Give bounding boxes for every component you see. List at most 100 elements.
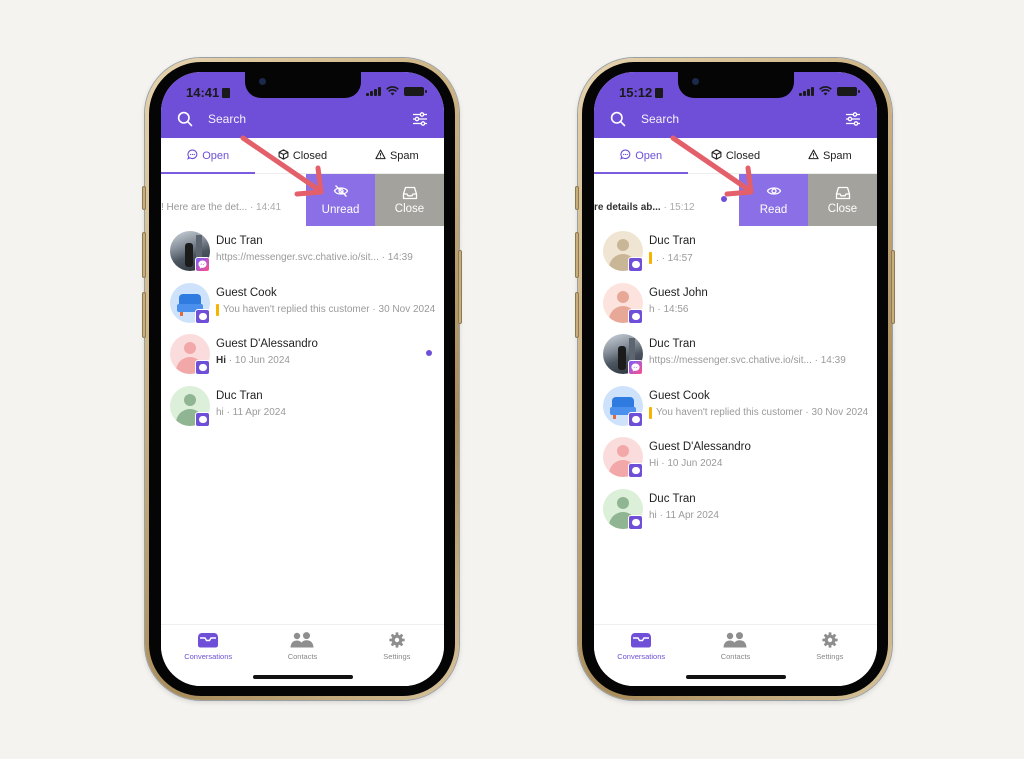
tab-label: Open — [635, 149, 663, 162]
swiped-conversation-row[interactable]: ! Here are the det... · 14:41 Unread Clo… — [161, 174, 444, 226]
search-input[interactable]: Search — [641, 112, 679, 126]
battery-icon — [837, 86, 860, 96]
action-label: Close — [827, 202, 858, 215]
swiped-conversation-row[interactable]: re details ab... · 15:12 Read Close — [594, 174, 877, 226]
conversation-tabs: Open Closed Spam — [594, 138, 877, 174]
conversation-item[interactable]: Guest John h · 14:56 — [594, 278, 877, 330]
message-preview: https://messenger.svc.chative.io/sit... … — [649, 355, 846, 366]
nav-settings[interactable]: Settings — [350, 625, 444, 686]
people-icon — [723, 632, 747, 650]
contact-name: Guest John — [649, 286, 708, 299]
tab-closed[interactable]: Closed — [255, 138, 349, 173]
tab-open[interactable]: Open — [594, 138, 689, 174]
tab-spam[interactable]: Spam — [350, 138, 444, 173]
conversation-list: Duc Tran https://messenger.svc.chative.i… — [161, 226, 444, 432]
mute-switch — [575, 186, 579, 210]
tab-label: Spam — [389, 149, 419, 162]
chat-bubble-icon — [187, 149, 198, 163]
conversation-item[interactable]: Duc Tran hi · 11 Apr 2024 — [594, 484, 877, 536]
conversation-item[interactable]: Guest Cook You haven't replied this cust… — [161, 278, 444, 330]
tab-spam[interactable]: Spam — [783, 138, 877, 173]
message-preview: hi · 11 Apr 2024 — [649, 509, 719, 521]
conversation-item[interactable]: Duc Tran https://messenger.svc.chative.i… — [161, 226, 444, 278]
livechat-channel-icon — [628, 514, 643, 530]
home-indicator — [686, 675, 786, 679]
conversation-item[interactable]: Guest D'Alessandro Hi · 10 Jun 2024 — [594, 432, 877, 484]
search-icon[interactable] — [610, 111, 626, 127]
conversation-item[interactable]: Duc Tran hi · 11 Apr 2024 — [161, 381, 444, 433]
nav-label: Contacts — [720, 652, 751, 661]
contact-name: Guest D'Alessandro — [216, 338, 318, 350]
tab-closed[interactable]: Closed — [688, 138, 782, 173]
nav-conversations[interactable]: Conversations — [161, 625, 255, 686]
close-conversation-button[interactable]: Close — [808, 174, 877, 226]
mute-switch — [142, 186, 146, 210]
livechat-channel-icon — [628, 308, 643, 324]
gear-icon — [822, 632, 838, 650]
message-preview: https://messenger.svc.chative.io/sit... … — [216, 252, 413, 263]
box-icon — [711, 148, 722, 163]
tab-open[interactable]: Open — [161, 138, 256, 174]
contact-name: Duc Tran — [649, 338, 696, 350]
read-button[interactable]: Read — [739, 174, 808, 226]
sim-icon — [655, 88, 664, 98]
volume-down-button — [575, 292, 579, 338]
notch — [245, 72, 361, 98]
conversation-item[interactable]: Duc Tran . · 14:57 — [594, 226, 877, 278]
search-input[interactable]: Search — [208, 112, 246, 126]
status-time: 14:41 — [186, 85, 231, 100]
action-label: Read — [759, 204, 788, 216]
conversation-item[interactable]: Duc Tran https://messenger.svc.chative.i… — [594, 329, 877, 381]
sliders-icon[interactable] — [412, 112, 428, 126]
swiped-row-preview: re details ab... · 15:12 — [594, 202, 695, 213]
tab-label: Open — [202, 149, 230, 162]
message-preview: Hi · 10 Jun 2024 — [649, 458, 723, 469]
status-time-text: 14:41 — [186, 85, 220, 100]
status-icons — [799, 86, 860, 96]
volume-up-button — [575, 232, 579, 278]
unreplied-marker — [649, 252, 652, 264]
unreplied-marker — [649, 406, 652, 419]
livechat-channel-icon — [195, 411, 210, 427]
unread-dot — [721, 196, 727, 202]
tab-label: Closed — [725, 149, 761, 162]
cellular-signal-icon — [366, 86, 381, 96]
contact-name: Duc Tran — [649, 492, 696, 505]
people-icon — [290, 632, 314, 650]
search-bar[interactable]: Search — [177, 108, 428, 130]
search-bar[interactable]: Search — [610, 108, 861, 130]
volume-up-button — [142, 232, 146, 278]
battery-icon — [404, 86, 427, 96]
power-button — [891, 250, 895, 324]
message-preview: . · 14:57 — [649, 252, 693, 264]
messenger-channel-icon — [628, 360, 643, 375]
status-time: 15:12 — [619, 85, 664, 100]
wifi-icon — [819, 86, 832, 96]
volume-down-button — [142, 292, 146, 338]
sliders-icon[interactable] — [845, 112, 861, 126]
contact-name: Duc Tran — [649, 235, 696, 247]
inbox-icon — [835, 186, 850, 199]
conversation-item[interactable]: Guest Cook You haven't replied this cust… — [594, 381, 877, 433]
conversation-item[interactable]: Guest D'Alessandro Hi · 10 Jun 2024 — [161, 329, 444, 381]
nav-label: Settings — [816, 652, 844, 661]
nav-settings[interactable]: Settings — [783, 625, 877, 686]
message-preview: Hi · 10 Jun 2024 — [216, 355, 290, 366]
eye-off-icon — [333, 184, 349, 201]
nav-conversations[interactable]: Conversations — [594, 625, 688, 686]
livechat-channel-icon — [628, 463, 643, 478]
message-preview: You haven't replied this customer · 30 N… — [649, 406, 868, 419]
livechat-channel-icon — [195, 308, 210, 324]
conversation-tabs: Open Closed Spam — [161, 138, 444, 174]
close-conversation-button[interactable]: Close — [375, 174, 444, 226]
unread-button[interactable]: Unread — [306, 174, 375, 226]
gear-icon — [389, 632, 405, 650]
front-camera — [692, 78, 699, 85]
contact-name: Duc Tran — [216, 389, 263, 402]
power-button — [458, 250, 462, 324]
search-icon[interactable] — [177, 111, 193, 127]
phone-mockup: 14:41 Search Open Closed Spam ! Here are t… — [142, 58, 462, 700]
conversation-list: Duc Tran . · 14:57 Guest John h · 14:56 … — [594, 226, 877, 535]
eye-icon — [766, 184, 782, 201]
unreplied-marker — [216, 303, 219, 316]
